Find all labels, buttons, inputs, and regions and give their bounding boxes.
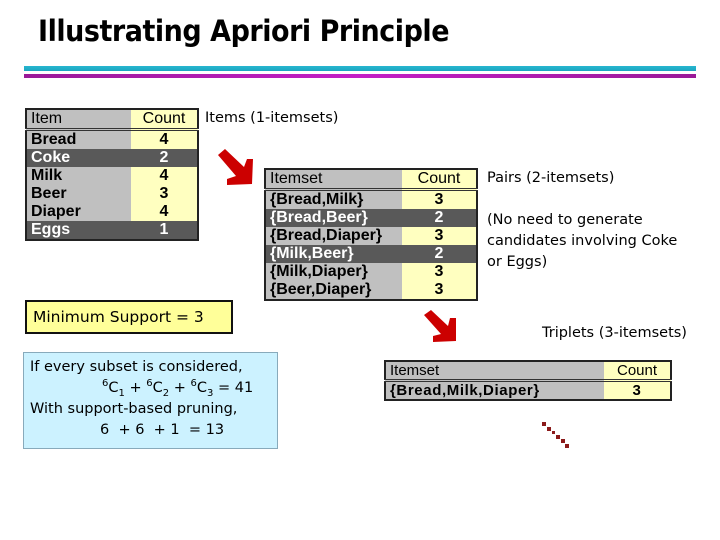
itemset-cell: {Bread,Milk} [265,189,402,209]
count-cell: 3 [402,281,477,300]
table-row: {Bread,Diaper} 3 [265,227,477,245]
calculation-box: If every subset is considered, 6C1 + 6C2… [23,352,278,449]
table-row: {Beer,Diaper} 3 [265,281,477,300]
count-cell: 1 [131,221,198,240]
count-cell: 4 [131,203,198,221]
table-row: {Milk,Diaper} 3 [265,263,477,281]
calc-line-2: 6C1 + 6C2 + 6C3 = 41 [102,378,254,399]
items-label: Items (1-itemsets) [205,110,339,126]
itemset-cell: Diaper [26,203,131,221]
header-itemset: Itemset [265,169,402,191]
pairs-label: Pairs (2-itemsets) [487,170,615,186]
title-rule-magenta [24,74,696,78]
count-cell: 3 [604,380,671,400]
table-row: Milk 4 [26,167,198,185]
table-row: {Bread,Milk} 3 [265,189,477,209]
itemset-cell: {Bread,Beer} [265,209,402,227]
pairs-note: (No need to generate candidates involvin… [487,210,677,273]
pruned-row: {Bread,Beer} 2 [265,209,477,227]
count-cell: 3 [402,189,477,209]
table-header-row: Itemset Count [385,361,671,382]
triplets-label: Triplets (3-itemsets) [542,325,687,341]
calc-line-3: With support-based pruning, [30,401,238,417]
count-cell: 3 [402,263,477,281]
count-cell: 4 [131,129,198,149]
items-table: Item Count Bread 4 Coke 2 Milk 4 Beer 3 Diaper 4 E… [25,108,199,241]
itemset-cell: {Bread,Milk,Diaper} [385,380,604,400]
itemset-cell: Bread [26,129,131,149]
count-cell: 2 [131,149,198,167]
count-cell: 2 [402,245,477,263]
itemset-cell: {Bread,Diaper} [265,227,402,245]
itemset-cell: Eggs [26,221,131,240]
note-line: (No need to generate [487,212,643,228]
pruned-row: {Milk,Beer} 2 [265,245,477,263]
note-line: or Eggs) [487,254,548,270]
minimum-support-box: Minimum Support = 3 [25,300,233,334]
itemset-cell: {Milk,Diaper} [265,263,402,281]
triplets-table: Itemset Count {Bread,Milk,Diaper} 3 [384,360,672,401]
pruned-row: Eggs 1 [26,221,198,240]
header-count: Count [402,169,477,191]
title-rule-cyan [24,66,696,71]
count-cell: 3 [131,185,198,203]
count-cell: 2 [402,209,477,227]
itemset-cell: {Milk,Beer} [265,245,402,263]
header-item: Item [26,109,131,131]
header-count: Count [131,109,198,131]
table-row: Diaper 4 [26,203,198,221]
slide-title: Illustrating Apriori Principle [38,14,450,48]
pruned-row: Coke 2 [26,149,198,167]
table-row: Bread 4 [26,129,198,149]
itemset-cell: {Beer,Diaper} [265,281,402,300]
red-arrow-icon-2 [424,310,456,342]
header-itemset: Itemset [385,361,604,382]
note-line: candidates involving Coke [487,233,678,249]
dotted-arrow-icon [542,422,569,448]
header-count: Count [604,361,671,382]
red-arrow-icon-1 [218,149,253,185]
itemset-cell: Beer [26,185,131,203]
table-header-row: Itemset Count [265,169,477,191]
table-row: Beer 3 [26,185,198,203]
pairs-table: Itemset Count {Bread,Milk} 3 {Bread,Beer} 2… [264,168,478,301]
table-row: {Bread,Milk,Diaper} 3 [385,380,671,400]
count-cell: 4 [131,167,198,185]
itemset-cell: Milk [26,167,131,185]
calc-line-4: 6 + 6 + 1 = 13 [100,422,225,438]
itemset-cell: Coke [26,149,131,167]
table-header-row: Item Count [26,109,198,131]
calc-line-1: If every subset is considered, [30,359,243,375]
count-cell: 3 [402,227,477,245]
